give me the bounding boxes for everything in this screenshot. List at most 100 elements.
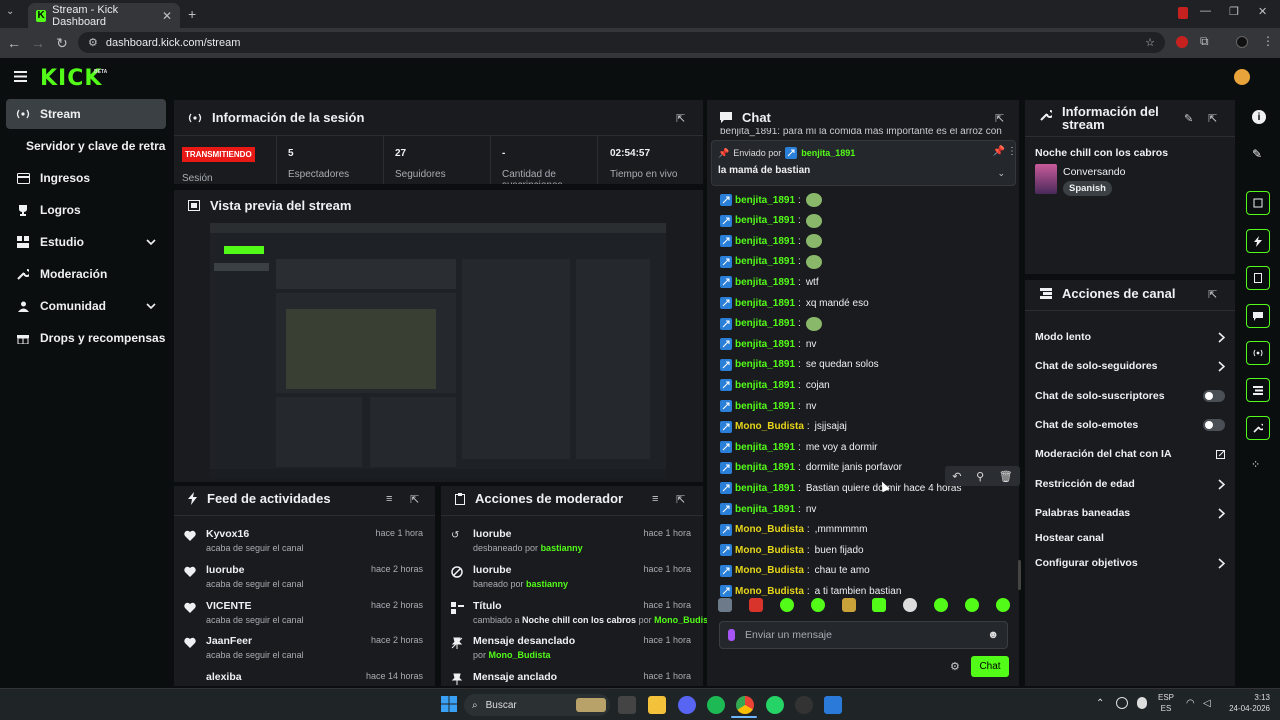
filter-icon[interactable]: ≡ (386, 493, 392, 505)
new-tab-icon[interactable]: + (188, 6, 196, 22)
chat-message[interactable]: benjita_1891: (720, 314, 822, 334)
pinned-message[interactable]: 📌 Enviado por benjita_1891 la mamá de ba… (711, 140, 1017, 186)
chat-message[interactable]: benjita_1891: (720, 211, 822, 231)
tray-microphone-icon[interactable] (1137, 697, 1147, 709)
toggle-switch[interactable] (1203, 419, 1225, 431)
tray-chevron-icon[interactable]: ⌃ (1096, 698, 1104, 709)
chat-message[interactable]: benjita_1891: me voy a dormir (720, 437, 878, 457)
chrome-icon[interactable] (736, 696, 754, 714)
emote-icon[interactable] (995, 598, 1010, 612)
chat-message[interactable]: benjita_1891: nv (720, 334, 816, 354)
channel-action-6[interactable]: Restricción de edad (1035, 473, 1225, 495)
rail-lightning-icon[interactable] (1246, 229, 1270, 253)
stream-preview-video[interactable] (210, 223, 666, 479)
emote-icon[interactable] (748, 598, 763, 612)
bookmark-star-icon[interactable]: ☆ (1145, 36, 1155, 49)
user-avatar[interactable] (1234, 69, 1250, 85)
language-indicator[interactable]: ESP ES (1158, 692, 1174, 714)
reply-icon[interactable]: ↶ (952, 470, 961, 483)
volume-icon[interactable]: ◁ (1203, 698, 1211, 709)
back-icon[interactable]: ← (2, 35, 26, 51)
channel-action-4[interactable]: Chat de solo-emotes (1035, 414, 1225, 436)
chat-message[interactable]: Mono_Budista: chau te amo (720, 561, 870, 581)
extension-red-icon[interactable] (1176, 36, 1188, 48)
chat-username[interactable]: benjita_1891 (735, 215, 795, 226)
emote-icon[interactable] (810, 598, 825, 612)
sidebar-item-stream[interactable]: Stream (6, 99, 166, 129)
channel-action-9[interactable]: Configurar objetivos (1035, 552, 1225, 574)
popout-icon[interactable]: ⇱ (676, 112, 685, 125)
chat-username[interactable]: Mono_Budista (735, 586, 804, 597)
chat-message[interactable]: benjita_1891: xq mandé eso (720, 293, 869, 313)
whatsapp-icon[interactable] (766, 696, 784, 714)
chat-scrollbar[interactable] (1018, 560, 1021, 590)
chat-username[interactable]: Mono_Budista (735, 421, 804, 432)
close-window-icon[interactable]: ✕ (1258, 5, 1267, 18)
edit-pencil-icon[interactable]: ✎ (1184, 112, 1193, 125)
chat-message[interactable]: benjita_1891: nv (720, 499, 816, 519)
chat-message[interactable]: benjita_1891: wtf (720, 272, 819, 292)
extensions-icon[interactable]: ⧉ (1200, 34, 1209, 49)
chat-username[interactable]: Mono_Budista (735, 565, 804, 576)
close-tab-icon[interactable]: ✕ (162, 9, 172, 23)
rail-broadcast-icon[interactable] (1246, 341, 1270, 365)
reload-icon[interactable]: ↻ (50, 35, 74, 52)
popout-icon[interactable]: ⇱ (1208, 288, 1217, 301)
toggle-switch[interactable] (1203, 390, 1225, 402)
channel-action-7[interactable]: Palabras baneadas (1035, 502, 1225, 524)
chat-input[interactable]: Enviar un mensaje ☻ (719, 621, 1008, 649)
send-chat-button[interactable]: Chat (971, 656, 1009, 677)
rail-list-icon[interactable] (1246, 378, 1270, 402)
sidebar-item-drops[interactable]: Drops y recompensas (6, 323, 166, 353)
chat-message[interactable]: benjita_1891: nv (720, 396, 816, 416)
chat-username[interactable]: benjita_1891 (735, 359, 795, 370)
chat-username[interactable]: benjita_1891 (735, 462, 795, 473)
spotify-icon[interactable] (707, 696, 725, 714)
channel-action-8[interactable]: Hostear canal (1035, 527, 1225, 549)
chat-username[interactable]: benjita_1891 (735, 318, 795, 329)
chat-username[interactable]: benjita_1891 (735, 277, 795, 288)
chat-message[interactable]: benjita_1891: se quedan solos (720, 355, 879, 375)
chat-username[interactable]: benjita_1891 (735, 504, 795, 515)
emote-icon[interactable] (841, 598, 856, 612)
chat-username[interactable]: benjita_1891 (735, 256, 795, 267)
chat-username[interactable]: benjita_1891 (735, 442, 795, 453)
address-bar[interactable]: ⚙ dashboard.kick.com/stream ☆ (78, 32, 1165, 53)
popout-icon[interactable]: ⇱ (995, 112, 1004, 125)
chat-message[interactable]: benjita_1891: (720, 190, 822, 210)
channel-action-3[interactable]: Chat de solo-suscriptores (1035, 385, 1225, 407)
more-options-icon[interactable]: ⋮ (1007, 146, 1017, 157)
chat-username[interactable]: benjita_1891 (735, 483, 795, 494)
menu-dots-icon[interactable]: ⋮ (1262, 34, 1274, 48)
browser-tab[interactable]: K Stream - Kick Dashboard ✕ (28, 3, 180, 28)
popout-icon[interactable]: ⇱ (1208, 112, 1217, 125)
chat-message[interactable]: benjita_1891: cojan (720, 375, 830, 395)
channel-action-5[interactable]: Moderación del chat con IA (1035, 443, 1225, 465)
channel-action-1[interactable]: Modo lento (1035, 326, 1225, 348)
hamburger-menu-icon[interactable] (14, 71, 27, 82)
unpin-icon[interactable]: 📌 (993, 146, 1005, 157)
chat-message[interactable]: Mono_Budista: ,mmmmmm (720, 520, 867, 540)
emote-icon[interactable] (872, 598, 887, 612)
emote-icon[interactable] (934, 598, 949, 612)
chat-username[interactable]: benjita_1891 (735, 380, 795, 391)
chat-username[interactable]: benjita_1891 (735, 195, 795, 206)
app-icon[interactable] (824, 696, 842, 714)
emote-icon[interactable] (965, 598, 979, 612)
microphone-icon[interactable] (728, 629, 735, 641)
sidebar-item-comunidad[interactable]: Comunidad (6, 291, 166, 321)
rail-scan-icon[interactable] (1246, 191, 1270, 215)
rail-clipboard-icon[interactable] (1246, 266, 1270, 290)
chat-username[interactable]: benjita_1891 (735, 298, 795, 309)
sidebar-item-logros[interactable]: Logros (6, 195, 166, 225)
edit-pencil-icon[interactable]: ✎ (1252, 147, 1262, 161)
chat-message[interactable]: Mono_Budista: jsjjsajaj (720, 417, 847, 437)
forward-icon[interactable]: → (26, 35, 50, 51)
delete-icon[interactable]: 🗑 (999, 470, 1013, 483)
tray-app-icon[interactable] (1116, 697, 1128, 709)
chat-message[interactable]: benjita_1891: dormite janis porfavor (720, 458, 902, 478)
sidebar-item-ingresos[interactable]: Ingresos (6, 163, 166, 193)
emote-icon[interactable] (779, 598, 794, 612)
chat-username[interactable]: benjita_1891 (735, 236, 795, 247)
emoji-icon[interactable]: ☻ (987, 629, 999, 641)
